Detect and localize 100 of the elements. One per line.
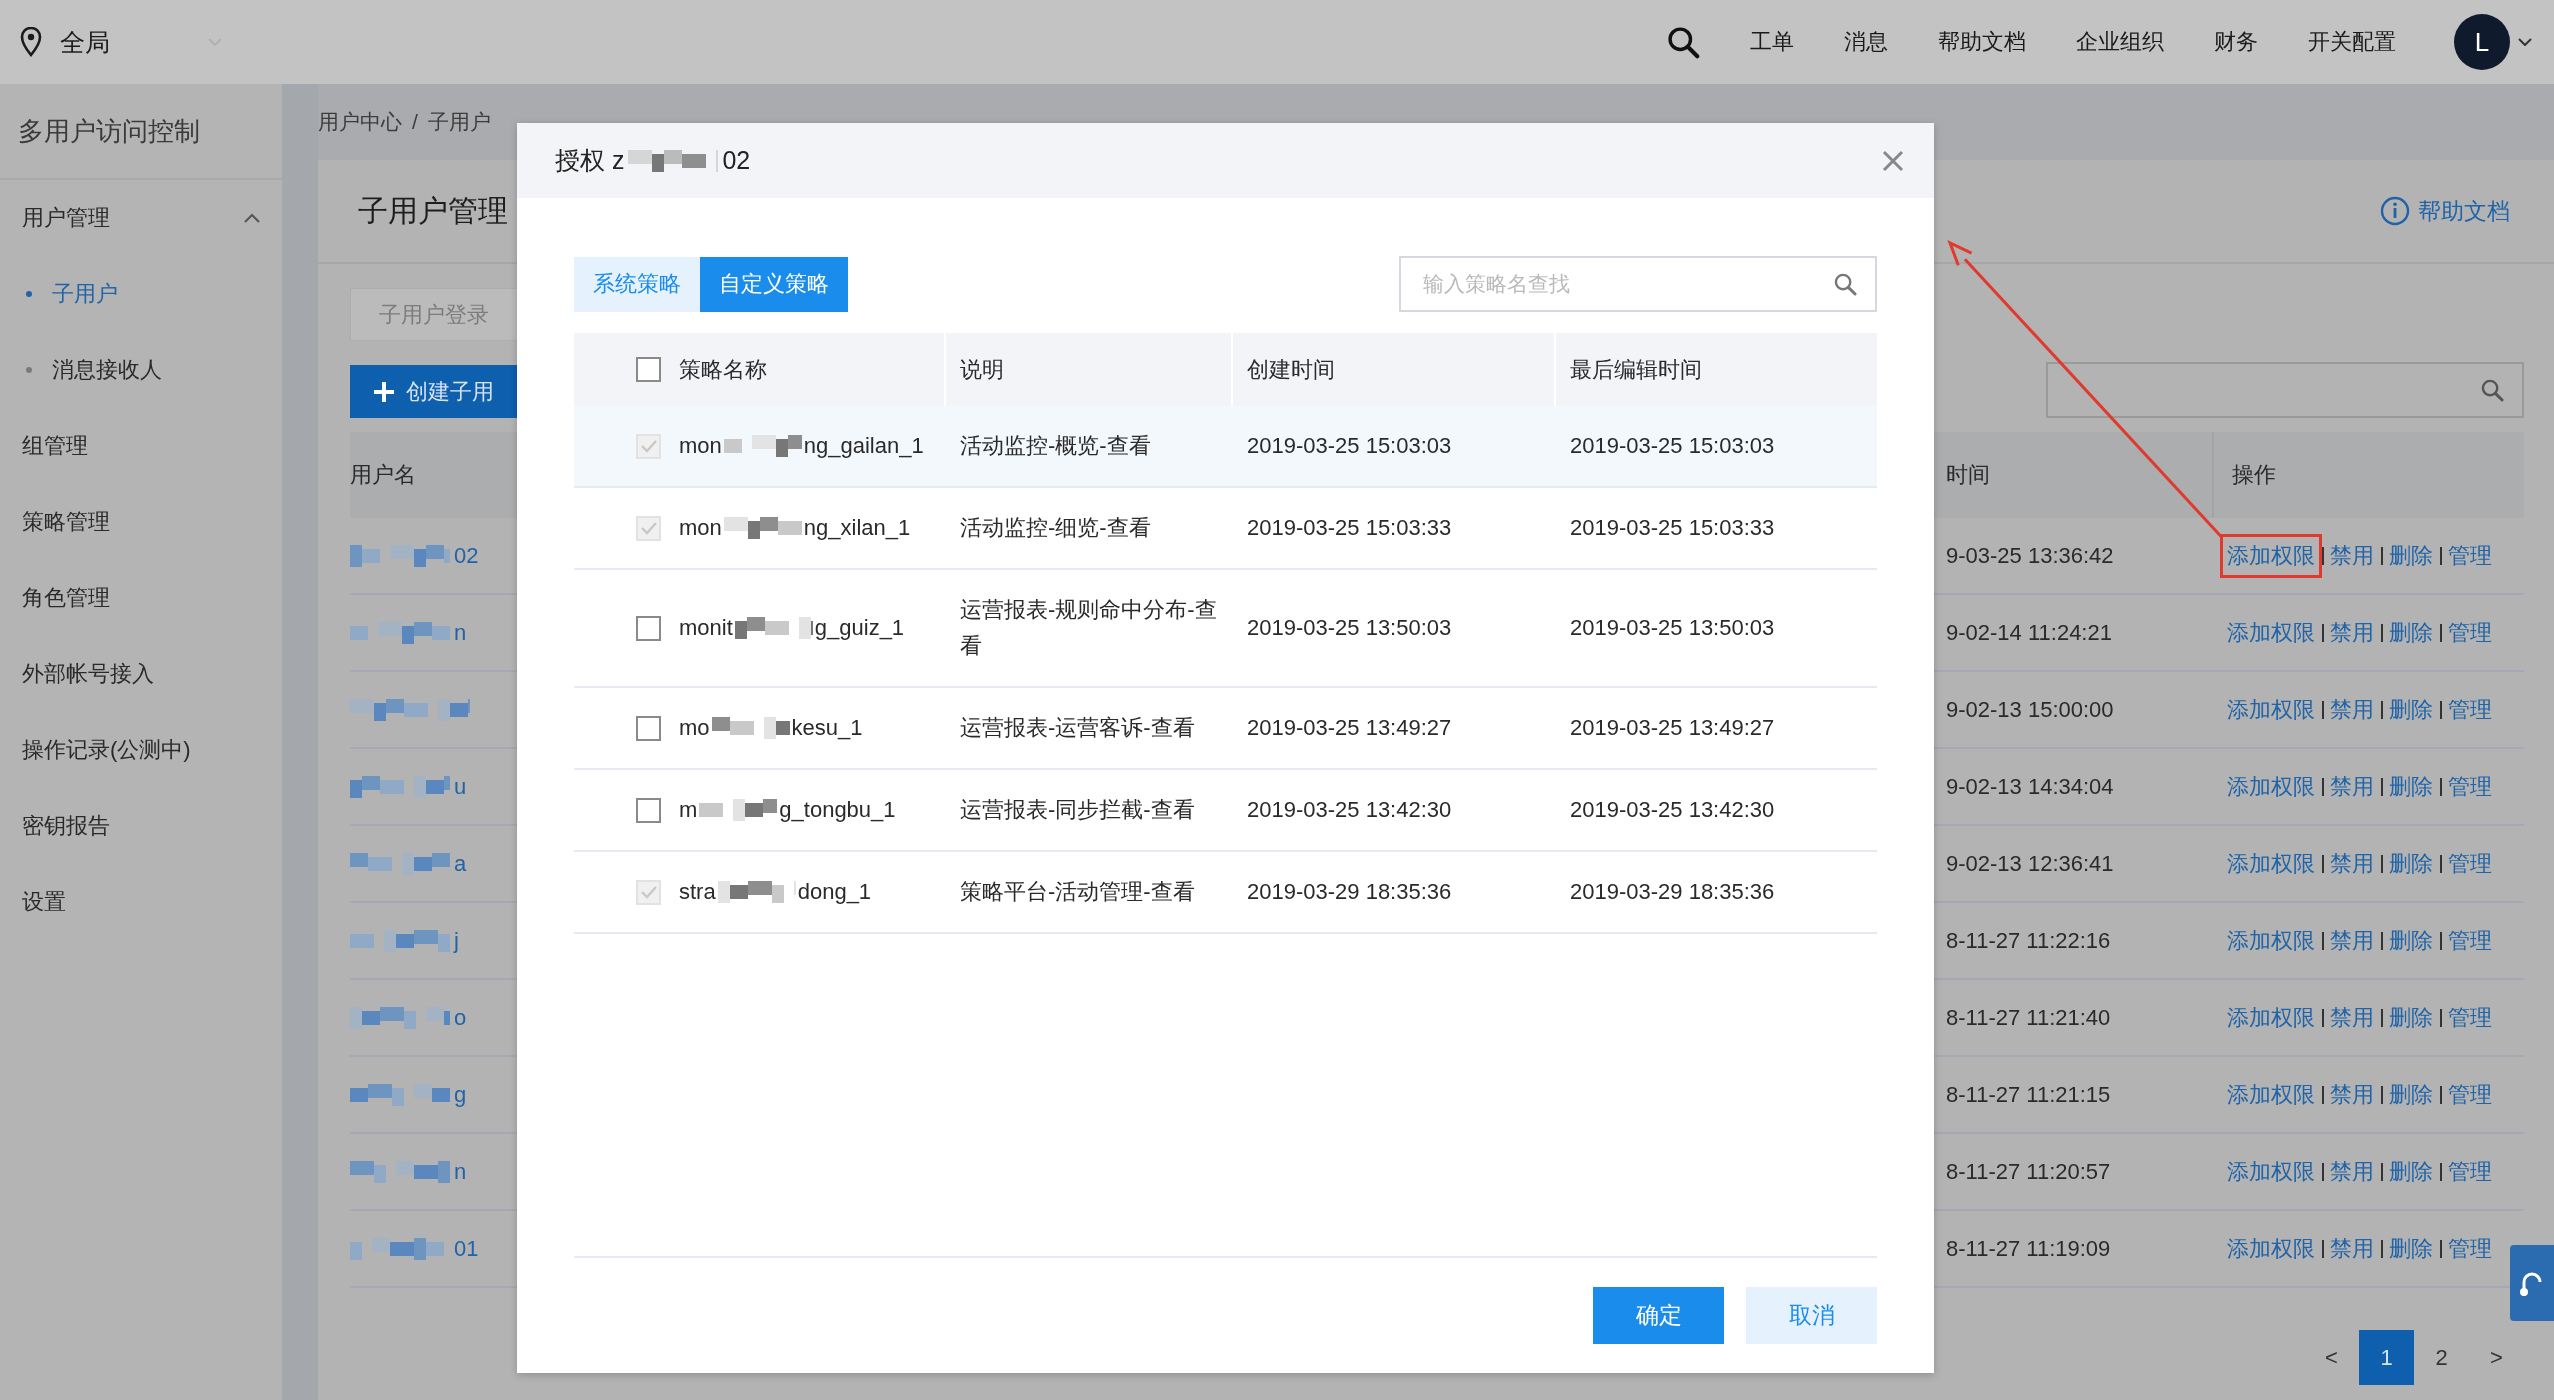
help-link[interactable]: 帮助文档 — [2380, 195, 2510, 227]
action-link[interactable]: 删除 — [2381, 1226, 2440, 1271]
action-link[interactable]: 删除 — [2381, 918, 2440, 963]
sidebar-item[interactable]: 用户管理 — [0, 180, 282, 256]
checkbox[interactable] — [636, 797, 661, 823]
action-link[interactable]: 添加权限 — [2220, 764, 2322, 809]
table-cell-text: 2019-03-25 13:49:27 — [1246, 714, 1453, 742]
action-link[interactable]: 添加权限 — [2220, 1226, 2322, 1271]
sidebar-item[interactable]: 角色管理 — [0, 560, 282, 636]
username-link[interactable]: u — [454, 773, 467, 800]
info-icon — [2380, 196, 2410, 226]
action-link[interactable]: 管理 — [2440, 918, 2499, 963]
action-link[interactable]: 禁用 — [2322, 533, 2381, 578]
checkbox[interactable] — [636, 357, 661, 382]
action-link[interactable]: 删除 — [2381, 1149, 2440, 1194]
search-field[interactable]: 输入策略名查找 — [1421, 271, 1833, 297]
search-icon[interactable] — [1666, 25, 1700, 59]
username-link[interactable]: j — [454, 927, 459, 954]
action-link[interactable]: 添加权限 — [2220, 841, 2322, 886]
sidebar-item[interactable]: 设置 — [0, 864, 282, 940]
action-link[interactable]: 禁用 — [2322, 610, 2381, 655]
action-link[interactable]: 禁用 — [2322, 918, 2381, 963]
action-link[interactable]: 禁用 — [2322, 1226, 2381, 1271]
action-link[interactable]: 管理 — [2440, 610, 2499, 655]
sidebar-item[interactable]: 外部帐号接入 — [0, 636, 282, 712]
action-link[interactable]: 管理 — [2440, 764, 2499, 809]
sidebar-item[interactable]: 组管理 — [0, 408, 282, 484]
bullet-icon — [26, 367, 32, 373]
action-link[interactable]: 添加权限 — [2220, 918, 2322, 963]
checkbox[interactable] — [636, 615, 661, 641]
action-link[interactable]: 管理 — [2440, 841, 2499, 886]
action-link[interactable]: 管理 — [2440, 687, 2499, 732]
action-link[interactable]: 删除 — [2381, 1072, 2440, 1117]
username-link[interactable]: n — [454, 1158, 467, 1185]
table-cell: 9-03-25 13:36:42 — [1946, 542, 2114, 568]
action-link[interactable]: 管理 — [2440, 533, 2499, 578]
checkbox[interactable] — [636, 715, 661, 741]
column-header: 创建时间 — [1247, 355, 1335, 384]
search-box[interactable]: 输入策略名查找 — [1399, 256, 1877, 312]
action-link[interactable]: 删除 — [2381, 841, 2440, 886]
cancel-button[interactable]: 取消 — [1746, 1287, 1877, 1344]
action-link[interactable]: 删除 — [2381, 995, 2440, 1040]
column-header: 操作 — [2232, 461, 2276, 489]
nav-link[interactable]: 企业组织 — [2076, 27, 2164, 57]
action-link[interactable]: 管理 — [2440, 1226, 2499, 1271]
action-link[interactable]: 管理 — [2440, 1072, 2499, 1117]
breadcrumb-link[interactable]: 用户中心 — [318, 108, 402, 136]
page-button[interactable]: 2 — [2414, 1330, 2469, 1385]
username-link[interactable]: a — [454, 850, 467, 877]
action-link[interactable]: 删除 — [2381, 764, 2440, 809]
side-button[interactable] — [2510, 1245, 2554, 1321]
column-header: 用户名 — [350, 461, 416, 489]
action-link[interactable]: 添加权限 — [2220, 1149, 2322, 1194]
breadcrumb-link[interactable]: 子用户 — [427, 108, 491, 136]
search-icon — [2480, 378, 2504, 402]
username-link[interactable]: g — [454, 1081, 467, 1108]
action-link[interactable]: 添加权限 — [2220, 995, 2322, 1040]
sidebar-subitem[interactable]: 子用户 — [0, 256, 282, 332]
scope-selector[interactable]: 全局 — [60, 25, 110, 59]
confirm-button[interactable]: 确定 — [1593, 1287, 1724, 1344]
sidebar-subitem[interactable]: 消息接收人 — [0, 332, 282, 408]
action-link[interactable]: 删除 — [2381, 687, 2440, 732]
username-link[interactable]: o — [454, 1004, 467, 1031]
location-pin-icon — [20, 27, 42, 57]
nav-link[interactable]: 工单 — [1750, 27, 1794, 57]
page-button[interactable]: > — [2469, 1330, 2524, 1385]
action-link[interactable]: 添加权限 — [2220, 687, 2322, 732]
nav-link[interactable]: 消息 — [1844, 27, 1888, 57]
action-link[interactable]: 删除 — [2381, 533, 2440, 578]
nav-link[interactable]: 财务 — [2214, 27, 2258, 57]
table-cell-text: 运营报表-运营客诉-查看 — [959, 714, 1196, 742]
search-field[interactable] — [2046, 362, 2524, 418]
action-link[interactable]: 添加权限 — [2220, 533, 2322, 578]
action-link[interactable]: 管理 — [2440, 1149, 2499, 1194]
action-link[interactable]: 禁用 — [2322, 1072, 2381, 1117]
action-link[interactable]: 管理 — [2440, 995, 2499, 1040]
username-link[interactable]: n — [454, 619, 467, 646]
page-button[interactable]: < — [2304, 1330, 2359, 1385]
action-link[interactable]: 禁用 — [2322, 764, 2381, 809]
policy-name: mo — [679, 714, 710, 742]
sidebar-item[interactable]: 密钥报告 — [0, 788, 282, 864]
action-link[interactable]: 添加权限 — [2220, 610, 2322, 655]
action-link[interactable]: 禁用 — [2322, 841, 2381, 886]
nav-link[interactable]: 帮助文档 — [1938, 27, 2026, 57]
username-link[interactable]: 02 — [454, 542, 479, 569]
tab[interactable]: 自定义策略 — [700, 256, 848, 312]
action-link[interactable]: 禁用 — [2322, 687, 2381, 732]
table-cell-text: 活动监控-细览-查看 — [959, 514, 1152, 542]
action-link[interactable]: 删除 — [2381, 610, 2440, 655]
close-icon[interactable] — [1882, 149, 1904, 172]
sidebar-item[interactable]: 操作记录(公测中) — [0, 712, 282, 788]
avatar[interactable]: L — [2454, 14, 2510, 70]
tab[interactable]: 系统策略 — [574, 256, 700, 312]
action-link[interactable]: 禁用 — [2322, 1149, 2381, 1194]
page-button[interactable]: 1 — [2359, 1330, 2414, 1385]
action-link[interactable]: 禁用 — [2322, 995, 2381, 1040]
nav-link[interactable]: 开关配置 — [2308, 27, 2396, 57]
sidebar-item[interactable]: 策略管理 — [0, 484, 282, 560]
username-link[interactable]: 01 — [454, 1235, 479, 1262]
action-link[interactable]: 添加权限 — [2220, 1072, 2322, 1117]
